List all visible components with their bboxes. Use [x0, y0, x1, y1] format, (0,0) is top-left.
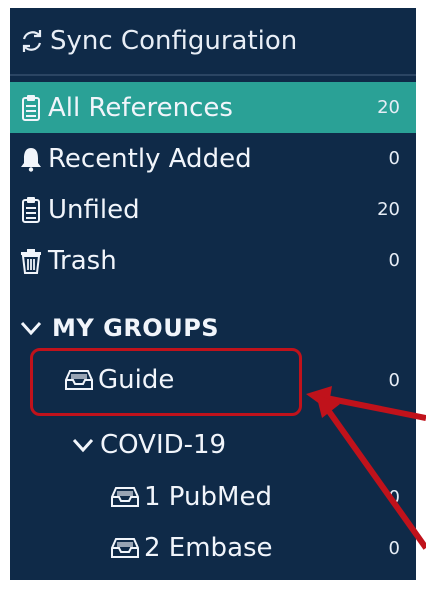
sidebar-item-all-references[interactable]: All References 20	[10, 82, 416, 133]
clipboard-icon	[18, 93, 44, 123]
inbox-icon	[65, 370, 93, 390]
sidebar-panel: Sync Configuration All References 20 Rec…	[10, 8, 416, 580]
item-count: 0	[388, 250, 400, 271]
sync-configuration-label: Sync Configuration	[50, 26, 298, 56]
group-folder-label: COVID-19	[100, 430, 227, 460]
group-item-embase[interactable]: 2 Embase 0	[10, 523, 416, 573]
item-count: 0	[388, 537, 400, 559]
group-item-label: 1 PubMed	[144, 482, 272, 512]
item-count: 20	[377, 199, 400, 220]
item-count: 0	[388, 486, 400, 508]
clipboard-icon	[18, 195, 44, 225]
inbox-icon	[111, 487, 139, 507]
sidebar-item-label: Recently Added	[48, 143, 252, 174]
group-folder-covid-19[interactable]: COVID-19	[10, 420, 416, 470]
chevron-down-icon	[72, 438, 94, 453]
item-count: 0	[388, 369, 400, 391]
sidebar-item-label: Unfiled	[48, 194, 140, 225]
item-count: 20	[377, 97, 400, 118]
bell-icon	[18, 144, 44, 174]
trash-icon	[18, 246, 44, 276]
sidebar-item-unfiled[interactable]: Unfiled 20	[10, 184, 416, 235]
sidebar-item-label: All References	[48, 92, 233, 123]
sync-configuration-button[interactable]: Sync Configuration	[10, 8, 416, 76]
group-item-label: Guide	[98, 365, 175, 395]
sidebar-item-recently-added[interactable]: Recently Added 0	[10, 133, 416, 184]
group-item-pubmed[interactable]: 1 PubMed 0	[10, 472, 416, 522]
screenshot-frame: Sync Configuration All References 20 Rec…	[0, 0, 426, 590]
item-count: 0	[388, 148, 400, 169]
group-item-label: 2 Embase	[144, 533, 273, 563]
sidebar-item-label: Trash	[48, 245, 117, 276]
my-groups-toggle[interactable]: MY GROUPS	[10, 308, 416, 348]
chevron-down-icon	[20, 321, 42, 336]
sidebar-item-trash[interactable]: Trash 0	[10, 235, 416, 286]
sync-icon	[22, 30, 42, 52]
group-item-guide[interactable]: Guide 0	[10, 355, 416, 405]
my-groups-header: MY GROUPS	[52, 314, 220, 342]
inbox-icon	[111, 538, 139, 558]
